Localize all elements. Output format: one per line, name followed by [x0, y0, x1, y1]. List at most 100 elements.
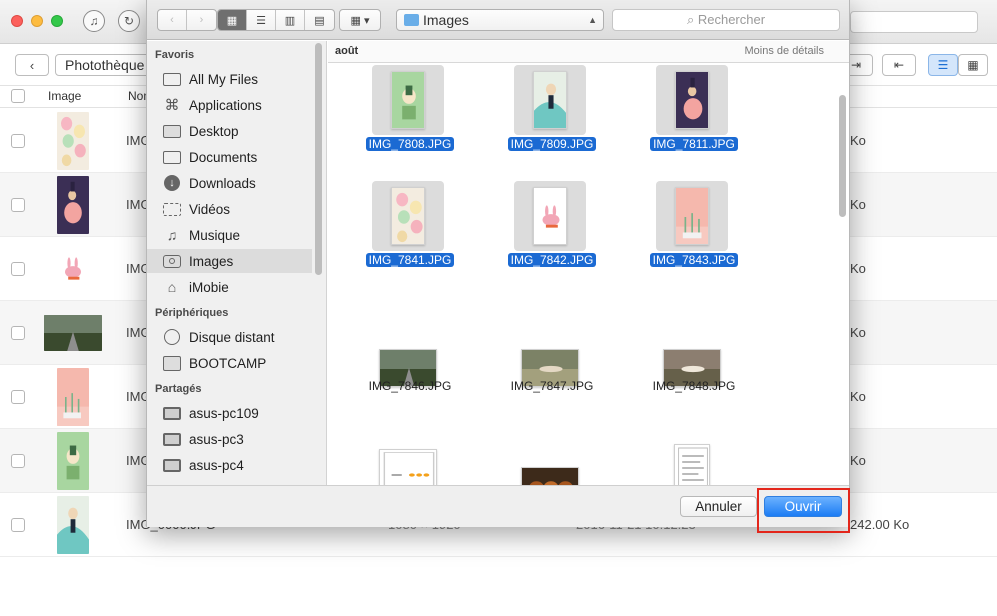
row-checkbox[interactable]: [11, 262, 25, 276]
browser-scrollbar[interactable]: [839, 95, 846, 217]
sidebar-item-images[interactable]: Images: [147, 249, 312, 273]
music-icon[interactable]: ♫: [83, 10, 105, 32]
file-thumbnail: [514, 451, 586, 485]
home-icon: ⌂: [167, 279, 177, 295]
file-thumbnail: [372, 65, 444, 135]
sidebar-section-title: Partagés: [155, 383, 202, 395]
forward-arrow-icon[interactable]: ›: [187, 10, 216, 30]
photo-thumbnail: [57, 432, 89, 490]
sidebar-item-downloads[interactable]: ↓ Downloads: [147, 171, 312, 195]
zoom-window-button[interactable]: [51, 15, 63, 27]
file-item[interactable]: [629, 421, 759, 485]
sidebar-item-vid-os[interactable]: Vidéos: [147, 197, 312, 221]
sidebar-item-label: Desktop: [189, 123, 239, 139]
sidebar-item-musique[interactable]: ♫ Musique: [147, 223, 312, 247]
file-item[interactable]: IMG_7808.JPG: [345, 65, 475, 185]
dialog-search-input[interactable]: ⌕ Rechercher: [612, 9, 840, 31]
file-item[interactable]: IMG_7847.JPG: [487, 303, 617, 423]
photo-size: Ko: [850, 197, 866, 212]
location-popup[interactable]: Images ▲: [396, 9, 604, 31]
file-item[interactable]: IMG_7848.JPG: [629, 303, 759, 423]
sidebar-item-asus-pc4[interactable]: asus-pc4: [147, 453, 312, 477]
documents-icon: [162, 149, 182, 165]
list-view-icon[interactable]: ☰: [247, 10, 276, 30]
sidebar-item-label: Vidéos: [189, 201, 231, 217]
downloads-icon: ↓: [162, 175, 182, 191]
search-placeholder: Rechercher: [697, 12, 766, 27]
row-checkbox[interactable]: [11, 390, 25, 404]
file-thumbnail: [372, 181, 444, 251]
file-name: IMG_7841.JPG: [345, 253, 475, 267]
open-button-highlight: [757, 488, 850, 533]
file-item[interactable]: [487, 421, 617, 485]
sidebar-item-all-my-files[interactable]: All My Files: [147, 67, 312, 91]
sidebar-item-label: Images: [189, 253, 234, 269]
photo-thumbnail: [57, 368, 89, 426]
computer-icon: [162, 405, 182, 421]
row-checkbox[interactable]: [11, 518, 25, 532]
file-item[interactable]: IMG_7841.JPG: [345, 181, 475, 301]
cover-flow-icon[interactable]: ▤: [305, 10, 334, 30]
row-checkbox[interactable]: [11, 134, 25, 148]
sidebar-item-label: asus-pc3: [189, 431, 244, 447]
sidebar-item-asus-pc3[interactable]: asus-pc3: [147, 427, 312, 451]
file-item[interactable]: IMG_7843.JPG: [629, 181, 759, 301]
column-view-icon[interactable]: ▥: [276, 10, 305, 30]
row-checkbox[interactable]: [11, 454, 25, 468]
file-name: IMG_7811.JPG: [629, 137, 759, 151]
file-thumbnail: [514, 65, 586, 135]
group-header: août Moins de détails: [328, 41, 849, 63]
photo-size: Ko: [850, 389, 866, 404]
file-item[interactable]: IMG_7842.JPG: [487, 181, 617, 301]
sidebar-item-documents[interactable]: Documents: [147, 145, 312, 169]
grid-view-button[interactable]: ▦: [958, 54, 988, 76]
sidebar-item-bootcamp[interactable]: BOOTCAMP: [147, 351, 312, 375]
back-button[interactable]: ‹: [15, 54, 49, 76]
refresh-icon[interactable]: ↻: [118, 10, 140, 32]
minimize-window-button[interactable]: [31, 15, 43, 27]
less-details-link[interactable]: Moins de détails: [745, 45, 825, 57]
up-down-chevron-icon: ▲: [588, 15, 597, 25]
cancel-button[interactable]: Annuler: [680, 496, 757, 517]
photo-size: Ko: [850, 261, 866, 276]
sidebar-scrollbar[interactable]: [315, 43, 322, 275]
file-item[interactable]: [345, 421, 475, 485]
applications-icon: ⌘: [164, 97, 180, 114]
folder-icon: [404, 14, 419, 26]
export-icon: ⇥: [850, 58, 862, 72]
back-arrow-icon[interactable]: ‹: [158, 10, 187, 30]
sidebar-item-imobie[interactable]: ⌂ iMobie: [147, 275, 312, 299]
file-item[interactable]: IMG_7809.JPG: [487, 65, 617, 185]
music-icon: ♫: [166, 227, 178, 243]
arrange-button[interactable]: ▦ ▾: [339, 9, 381, 31]
camera-icon: [162, 253, 182, 269]
sidebar-item-disque-distant[interactable]: Disque distant: [147, 325, 312, 349]
photo-size: 242.00 Ko: [850, 517, 910, 532]
select-all-checkbox[interactable]: [11, 89, 25, 103]
sidebar-item-label: Disque distant: [189, 329, 275, 345]
photo-size: Ko: [850, 133, 866, 148]
photo-thumbnail: [57, 176, 89, 234]
videos-icon: [162, 201, 182, 217]
close-window-button[interactable]: [11, 15, 23, 27]
row-checkbox[interactable]: [11, 326, 25, 340]
location-label: Images: [423, 12, 469, 28]
file-item[interactable]: IMG_7811.JPG: [629, 65, 759, 185]
sidebar-item-applications[interactable]: ⌘ Applications: [147, 93, 312, 117]
app-search-input[interactable]: [850, 11, 978, 33]
row-checkbox[interactable]: [11, 198, 25, 212]
file-name: IMG_7809.JPG: [487, 137, 617, 151]
file-thumbnail: [656, 181, 728, 251]
file-name: IMG_7808.JPG: [345, 137, 475, 151]
icon-view-icon[interactable]: ▦: [218, 10, 247, 30]
dialog-footer: Annuler Ouvrir: [147, 485, 849, 527]
column-header-image[interactable]: Image: [48, 89, 81, 103]
sidebar-item-asus-pc109[interactable]: asus-pc109: [147, 401, 312, 425]
import-button[interactable]: ⇤: [882, 54, 916, 76]
drive-icon: [162, 355, 182, 371]
list-view-button[interactable]: ☰: [928, 54, 958, 76]
all-files-icon: [162, 71, 182, 87]
sidebar-item-desktop[interactable]: Desktop: [147, 119, 312, 143]
file-item[interactable]: IMG_7846.JPG: [345, 303, 475, 423]
open-file-dialog: ‹ › ▦ ☰ ▥ ▤ ▦ ▾ Images ▲ ⌕ Rechercher Fa…: [146, 0, 850, 527]
